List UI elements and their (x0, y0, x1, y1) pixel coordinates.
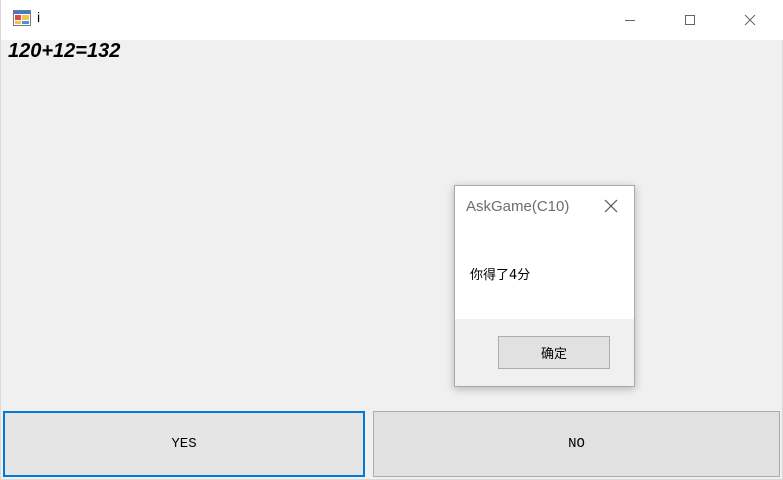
close-icon (604, 198, 618, 217)
message-box-close-button[interactable] (595, 194, 627, 220)
equation-label: 120+12=132 (8, 40, 121, 62)
minimize-icon (624, 14, 636, 26)
message-text: 你得了4分 (470, 268, 531, 283)
ok-button[interactable]: 确定 (498, 336, 610, 369)
yes-button[interactable]: YES (3, 411, 365, 477)
close-button[interactable] (720, 0, 780, 40)
message-box-footer: 确定 (455, 319, 634, 386)
message-box: AskGame(C10) 你得了4分 确定 (454, 185, 635, 387)
window-title: i (37, 9, 41, 25)
form-icon (13, 10, 31, 26)
no-button[interactable]: NO (373, 411, 780, 477)
maximize-icon (684, 14, 696, 26)
main-window: i 120+12=132 YES NO AskGame(C10) 你得了4分 确… (0, 0, 783, 480)
maximize-button[interactable] (660, 0, 720, 40)
message-box-title: AskGame(C10) (466, 198, 570, 215)
minimize-button[interactable] (600, 0, 660, 40)
title-bar[interactable]: i (1, 0, 783, 40)
close-icon (744, 14, 756, 26)
